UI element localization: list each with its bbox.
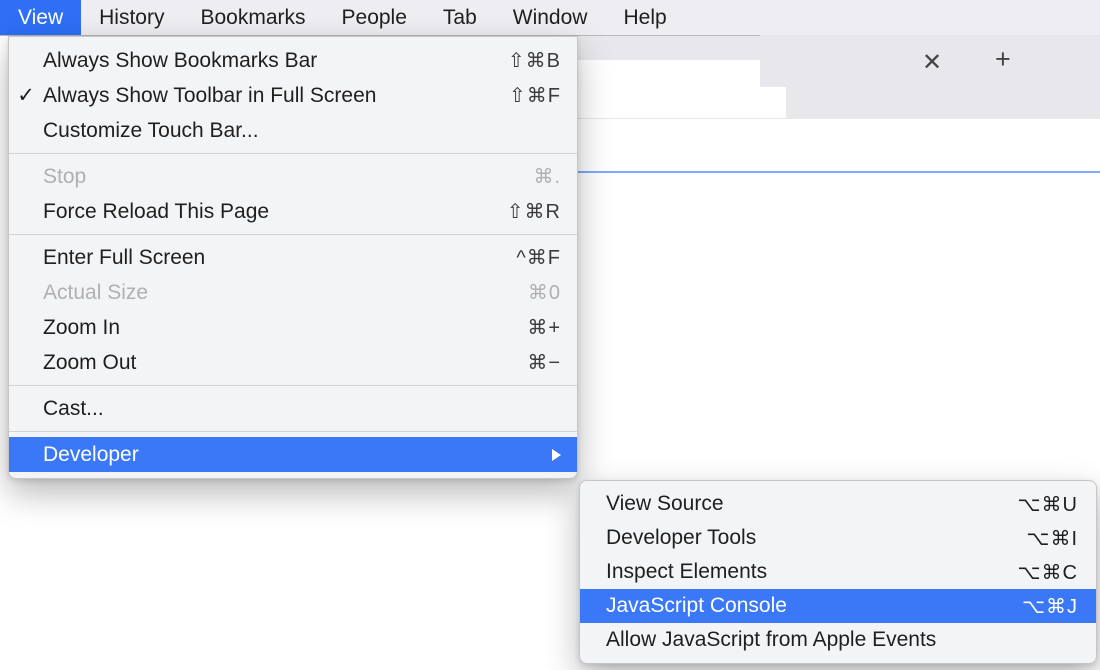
menubar-view[interactable]: View <box>0 0 81 35</box>
submenu-view-source[interactable]: View Source ⌥⌘U <box>580 487 1096 521</box>
submenu-allow-js-apple[interactable]: Allow JavaScript from Apple Events <box>580 623 1096 657</box>
menubar-bookmarks[interactable]: Bookmarks <box>182 0 323 35</box>
menu-zoom-out[interactable]: Zoom Out ⌘− <box>9 345 577 380</box>
menu-item-shortcut: ⇧⌘F <box>509 83 561 108</box>
address-bar-area <box>576 119 1100 173</box>
menu-force-reload[interactable]: Force Reload This Page ⇧⌘R <box>9 194 577 229</box>
submenu-developer-tools[interactable]: Developer Tools ⌥⌘I <box>580 521 1096 555</box>
menu-always-toolbar[interactable]: ✓ Always Show Toolbar in Full Screen ⇧⌘F <box>9 78 577 113</box>
developer-submenu: View Source ⌥⌘U Developer Tools ⌥⌘I Insp… <box>579 480 1097 664</box>
close-tab-icon[interactable]: ✕ <box>922 48 942 77</box>
submenu-js-console[interactable]: JavaScript Console ⌥⌘J <box>580 589 1096 623</box>
menu-item-label: Force Reload This Page <box>43 200 507 224</box>
menu-item-label: Developer <box>43 443 546 467</box>
menubar-tab[interactable]: Tab <box>425 0 495 35</box>
menu-separator <box>9 153 577 154</box>
menu-item-shortcut: ⌘+ <box>527 315 561 340</box>
menu-item-shortcut: ⌥⌘U <box>1018 492 1079 517</box>
menubar-window[interactable]: Window <box>495 0 606 35</box>
menu-item-label: JavaScript Console <box>606 594 1022 618</box>
menubar-help[interactable]: Help <box>605 0 684 35</box>
menu-item-shortcut: ⇧⌘R <box>507 199 561 224</box>
menu-separator <box>9 234 577 235</box>
menu-item-shortcut: ⌘. <box>533 164 561 189</box>
menu-item-label: Actual Size <box>43 281 528 305</box>
menu-item-shortcut: ⌥⌘J <box>1022 594 1078 619</box>
menu-item-label: Cast... <box>43 397 561 421</box>
menu-item-label: Stop <box>43 165 533 189</box>
menu-item-shortcut: ⌥⌘I <box>1026 526 1078 551</box>
menu-item-label: Developer Tools <box>606 526 1026 550</box>
menu-customize-touchbar[interactable]: Customize Touch Bar... <box>9 113 577 148</box>
menu-cast[interactable]: Cast... <box>9 391 577 426</box>
menu-item-label: Always Show Toolbar in Full Screen <box>43 84 509 108</box>
new-tab-icon[interactable]: + <box>995 44 1011 75</box>
submenu-inspect-elements[interactable]: Inspect Elements ⌥⌘C <box>580 555 1096 589</box>
submenu-arrow-icon <box>552 449 561 461</box>
menu-item-label: Zoom In <box>43 316 527 340</box>
menu-always-bookmarks[interactable]: Always Show Bookmarks Bar ⇧⌘B <box>9 43 577 78</box>
menu-item-shortcut: ^⌘F <box>516 245 561 270</box>
menubar-people[interactable]: People <box>324 0 425 35</box>
menu-item-shortcut: ⌘− <box>527 350 561 375</box>
menu-item-label: Allow JavaScript from Apple Events <box>606 628 1078 652</box>
menu-separator <box>9 385 577 386</box>
menu-zoom-in[interactable]: Zoom In ⌘+ <box>9 310 577 345</box>
menu-enter-fullscreen[interactable]: Enter Full Screen ^⌘F <box>9 240 577 275</box>
menu-item-label: Inspect Elements <box>606 560 1018 584</box>
view-menu: Always Show Bookmarks Bar ⇧⌘B ✓ Always S… <box>8 36 578 479</box>
menu-item-shortcut: ⌘0 <box>528 280 561 305</box>
menu-item-label: Always Show Bookmarks Bar <box>43 49 508 73</box>
menu-item-shortcut: ⌥⌘C <box>1018 560 1079 585</box>
menu-item-label: Customize Touch Bar... <box>43 119 561 143</box>
menu-item-label: Enter Full Screen <box>43 246 516 270</box>
menubar-history[interactable]: History <box>81 0 182 35</box>
menu-item-label: Zoom Out <box>43 351 527 375</box>
check-icon: ✓ <box>9 83 43 108</box>
menu-item-shortcut: ⇧⌘B <box>508 48 561 73</box>
menu-developer[interactable]: Developer <box>9 437 577 472</box>
active-tab[interactable] <box>576 60 786 118</box>
menu-actual-size: Actual Size ⌘0 <box>9 275 577 310</box>
menubar: View History Bookmarks People Tab Window… <box>0 0 1100 36</box>
menu-item-label: View Source <box>606 492 1018 516</box>
tab-strip-right: ✕ + <box>760 35 1100 87</box>
menu-stop: Stop ⌘. <box>9 159 577 194</box>
menu-separator <box>9 431 577 432</box>
